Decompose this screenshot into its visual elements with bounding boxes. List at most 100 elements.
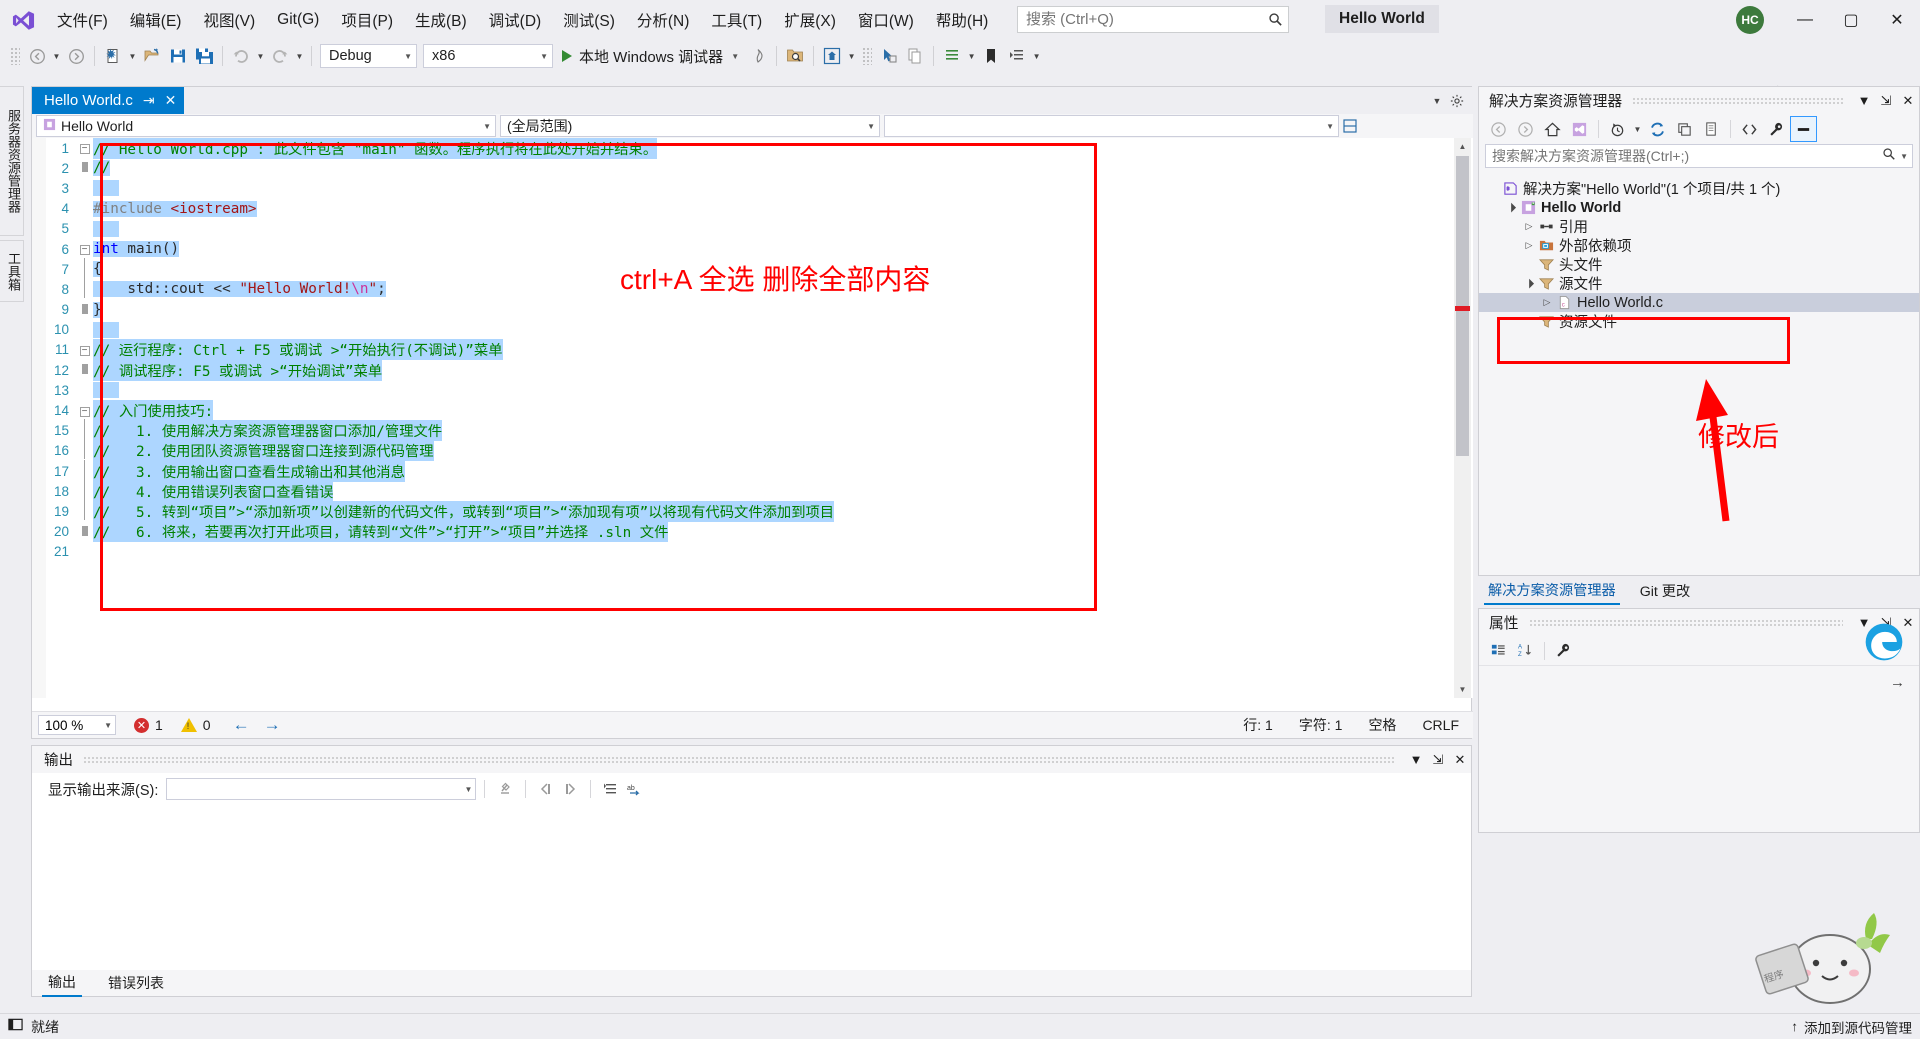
code-line[interactable]: 5 bbox=[32, 219, 834, 239]
home-icon[interactable] bbox=[1539, 116, 1566, 142]
preview-selected-items-icon[interactable] bbox=[1790, 116, 1817, 142]
navigate-forward-icon[interactable] bbox=[63, 43, 89, 69]
panel-drag-handle[interactable] bbox=[1632, 96, 1843, 105]
tab-list-dropdown-icon[interactable]: ▼ bbox=[1427, 89, 1447, 113]
chevron-collapsed-icon[interactable]: ▷ bbox=[1521, 240, 1537, 251]
go-to-next-message-icon[interactable] bbox=[558, 777, 582, 801]
properties-icon[interactable] bbox=[1763, 116, 1790, 142]
minimize-button[interactable]: — bbox=[1782, 0, 1828, 40]
scroll-up-icon[interactable]: ▲ bbox=[1454, 138, 1471, 155]
code-line[interactable]: 4 #include <iostream> bbox=[32, 199, 834, 219]
open-file-icon[interactable] bbox=[139, 43, 165, 69]
tree-item[interactable]: ◢ 源文件 bbox=[1479, 274, 1919, 293]
code-line[interactable]: 21 bbox=[32, 542, 834, 562]
navigation-member-combo[interactable]: ▼ bbox=[884, 115, 1339, 137]
menu-item-tools[interactable]: 工具(T) bbox=[700, 7, 773, 33]
view-code-icon[interactable] bbox=[1736, 116, 1763, 142]
tree-item[interactable]: ▷ 外部依赖项 bbox=[1479, 236, 1919, 255]
fold-marker-icon[interactable]: − bbox=[76, 243, 93, 256]
solution-search-input[interactable] bbox=[1492, 148, 1883, 164]
output-panel-close-icon[interactable]: ✕ bbox=[1449, 748, 1471, 772]
solution-explorer-dropdown-icon[interactable]: ▼ bbox=[1853, 89, 1875, 113]
sidebar-tab-server-explorer[interactable]: 服务器资源管理器 bbox=[0, 86, 24, 236]
code-line[interactable]: 16 // 2. 使用团队资源管理器窗口连接到源代码管理 bbox=[32, 439, 834, 462]
list-icon[interactable] bbox=[939, 43, 965, 69]
toolbar-grip-2[interactable] bbox=[862, 47, 873, 65]
edge-browser-icon[interactable] bbox=[1862, 620, 1908, 666]
chevron-collapsed-icon[interactable]: ▷ bbox=[1521, 221, 1537, 232]
redo-icon[interactable] bbox=[267, 43, 293, 69]
navigation-project-combo[interactable]: Hello World ▼ bbox=[36, 115, 496, 137]
save-icon[interactable] bbox=[165, 43, 191, 69]
new-project-icon[interactable] bbox=[100, 43, 126, 69]
code-line[interactable]: 12 // 调试程序: F5 或调试 >“开始调试”菜单 bbox=[32, 359, 834, 381]
copy-element-icon[interactable] bbox=[902, 43, 928, 69]
menu-item-analyze[interactable]: 分析(N) bbox=[626, 7, 701, 33]
code-line[interactable]: 20 // 6. 将来，若要再次打开此项目，请转到“文件”>“打开”>“项目”并选… bbox=[32, 521, 834, 543]
menu-item-help[interactable]: 帮助(H) bbox=[925, 7, 1000, 33]
new-project-dropdown-icon[interactable]: ▼ bbox=[126, 43, 139, 69]
property-pages-icon[interactable] bbox=[1550, 638, 1577, 664]
toggle-word-wrap-icon[interactable] bbox=[599, 777, 623, 801]
home-icon[interactable] bbox=[819, 43, 845, 69]
code-editor-surface[interactable]: 1−// Hello World.cpp : 此文件包含 "main" 函数。程… bbox=[32, 138, 1473, 698]
alphabetical-view-icon[interactable]: AZ bbox=[1512, 638, 1539, 664]
status-bar-source-control[interactable]: ↑ 添加到源代码管理 bbox=[1791, 1017, 1920, 1037]
panel-drag-handle[interactable] bbox=[1528, 618, 1843, 627]
output-source-combo[interactable]: ▼ bbox=[166, 778, 477, 800]
toolbar-grip[interactable] bbox=[10, 47, 20, 65]
code-line[interactable]: 11−// 运行程序: Ctrl + F5 或调试 >“开始执行(不调试)”菜单 bbox=[32, 339, 834, 361]
back-icon[interactable] bbox=[1485, 116, 1512, 142]
save-all-icon[interactable] bbox=[191, 43, 217, 69]
redo-dropdown-icon[interactable]: ▼ bbox=[293, 43, 306, 69]
tree-item[interactable]: 解决方案"Hello World"(1 个项目/共 1 个) bbox=[1479, 179, 1919, 198]
navigation-scope-combo[interactable]: (全局范围) ▼ bbox=[500, 115, 880, 137]
properties-expand-icon[interactable]: → bbox=[1890, 674, 1905, 691]
code-line[interactable]: 10 bbox=[32, 320, 834, 340]
fold-marker-icon[interactable]: − bbox=[76, 142, 93, 155]
code-line[interactable]: 9} bbox=[32, 300, 834, 320]
editor-vertical-scrollbar[interactable]: ▲ ▼ bbox=[1454, 138, 1471, 698]
solution-explorer-search[interactable]: ▼ bbox=[1485, 144, 1913, 168]
tree-item[interactable]: 资源文件 bbox=[1479, 312, 1919, 331]
categorized-view-icon[interactable] bbox=[1485, 638, 1512, 664]
next-issue-icon[interactable]: → bbox=[264, 715, 281, 735]
chevron-down-icon[interactable]: ▼ bbox=[1631, 116, 1644, 142]
solution-explorer-view-icon[interactable] bbox=[1566, 116, 1593, 142]
avatar[interactable]: HC bbox=[1736, 6, 1764, 34]
menu-item-view[interactable]: 视图(V) bbox=[192, 7, 266, 33]
list-dropdown-icon[interactable]: ▼ bbox=[965, 43, 978, 69]
chevron-expanded-icon[interactable]: ◢ bbox=[1519, 274, 1538, 293]
clear-output-icon[interactable] bbox=[493, 777, 517, 801]
tab-solution-explorer[interactable]: 解决方案资源管理器 bbox=[1484, 577, 1620, 605]
forward-icon[interactable] bbox=[1512, 116, 1539, 142]
tab-git-changes[interactable]: Git 更改 bbox=[1636, 578, 1694, 604]
undo-icon[interactable] bbox=[228, 43, 254, 69]
pin-icon[interactable]: ⇥ bbox=[143, 92, 155, 109]
zoom-level-combo[interactable]: 100 % ▼ bbox=[38, 715, 116, 735]
menu-item-build[interactable]: 生成(B) bbox=[404, 7, 478, 33]
solution-tree[interactable]: 解决方案"Hello World"(1 个项目/共 1 个) ◢ Hello Wor… bbox=[1479, 175, 1919, 575]
split-view-icon[interactable] bbox=[1341, 119, 1359, 133]
go-to-previous-message-icon[interactable] bbox=[534, 777, 558, 801]
pending-changes-icon[interactable] bbox=[1604, 116, 1631, 142]
code-line[interactable]: 17 // 3. 使用输出窗口查看生成输出和其他消息 bbox=[32, 459, 834, 482]
menu-item-project[interactable]: 项目(P) bbox=[330, 7, 404, 33]
code-line[interactable]: 2 // bbox=[32, 158, 834, 178]
code-line[interactable]: 14−// 入门使用技巧: bbox=[32, 400, 834, 422]
close-button[interactable]: ✕ bbox=[1874, 0, 1920, 40]
code-line[interactable]: 19 // 5. 转到“项目”>“添加新项”以创建新的代码文件，或转到“项目”>“… bbox=[32, 499, 835, 522]
code-line[interactable]: 18 // 4. 使用错误列表窗口查看错误 bbox=[32, 479, 834, 502]
tree-item[interactable]: ◢ Hello World bbox=[1479, 198, 1919, 217]
warning-count-chip[interactable]: 0 bbox=[180, 717, 211, 733]
fold-marker-icon[interactable]: − bbox=[76, 405, 93, 417]
properties-grid[interactable]: → bbox=[1479, 666, 1919, 832]
menu-item-edit[interactable]: 编辑(E) bbox=[119, 7, 193, 33]
tree-item[interactable]: 头文件 bbox=[1479, 255, 1919, 274]
start-debugging-button[interactable]: 本地 Windows 调试器 ▼ bbox=[556, 43, 745, 69]
select-element-icon[interactable] bbox=[876, 43, 902, 69]
refresh-icon[interactable] bbox=[1644, 116, 1671, 142]
tree-item[interactable]: ▷ 引用 bbox=[1479, 217, 1919, 236]
indent-dropdown-icon[interactable]: ▼ bbox=[1030, 43, 1043, 69]
tree-item[interactable]: ▷ c Hello World.c bbox=[1479, 293, 1919, 312]
